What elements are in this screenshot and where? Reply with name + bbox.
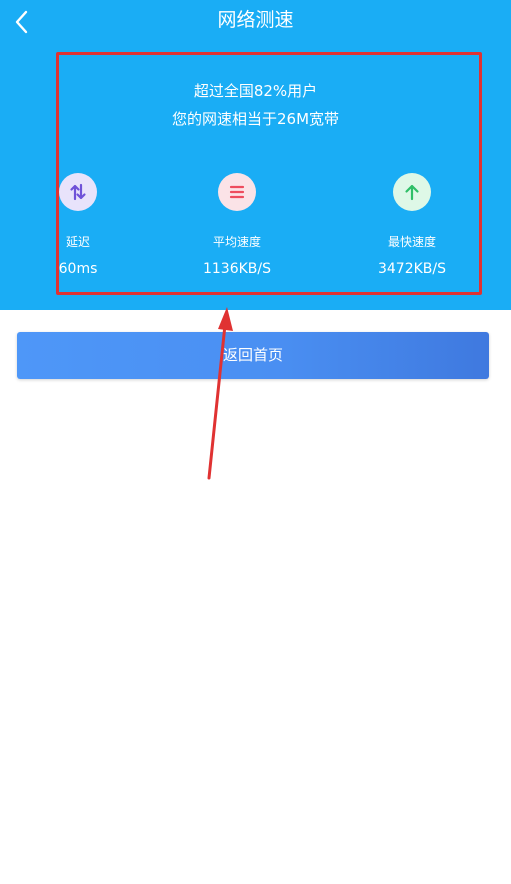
highlight-annotation-box (56, 52, 482, 295)
page-title: 网络测速 (217, 9, 294, 31)
speed-test-header: 网络测速 超过全国82%用户 您的网速相当于26M宽带 延迟 60ms 平均速度… (0, 0, 511, 310)
return-home-button[interactable]: 返回首页 (17, 332, 489, 379)
